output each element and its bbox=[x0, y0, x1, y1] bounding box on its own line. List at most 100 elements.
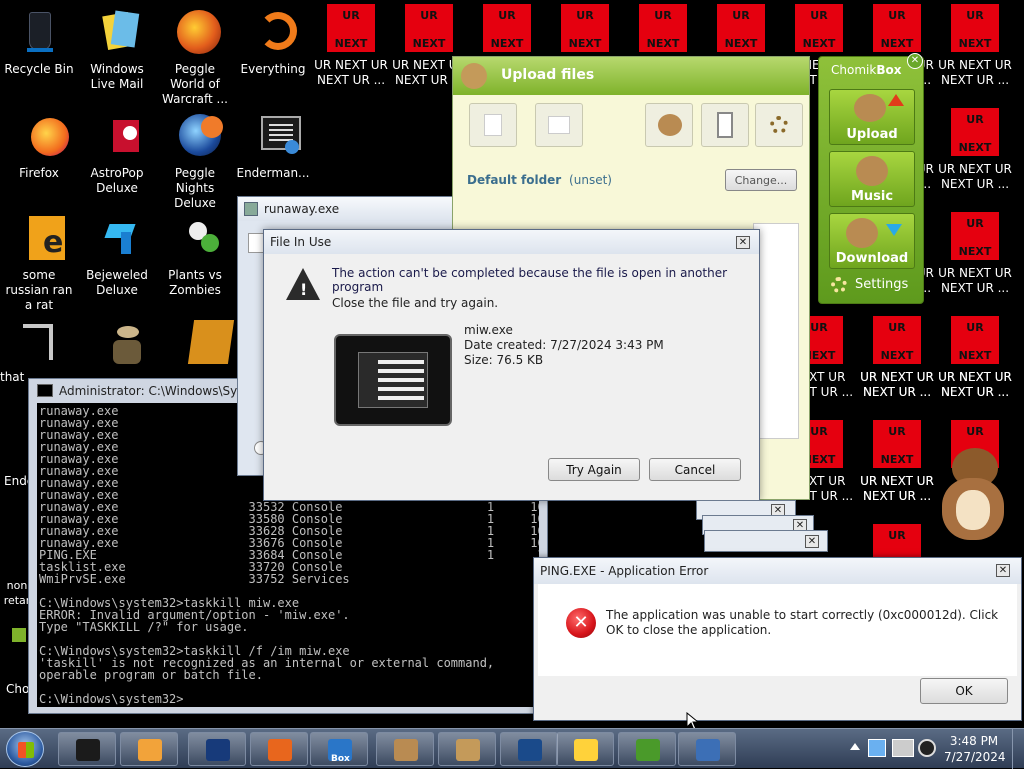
error-icon bbox=[574, 739, 598, 761]
ur-next-icon-top: UR bbox=[576, 9, 594, 22]
chomik-upload-icon bbox=[461, 63, 487, 89]
ur-next-icon: UR NEXT bbox=[639, 4, 687, 52]
show-desktop-button[interactable] bbox=[1012, 729, 1024, 769]
desktop-icon-firefox[interactable]: Firefox bbox=[0, 112, 78, 181]
desktop-icon-windows-live-mail[interactable]: Windows Live Mail bbox=[78, 8, 156, 92]
ur-next-icon-bottom: NEXT bbox=[724, 37, 758, 50]
file-in-use-message: The action can't be completed because th… bbox=[332, 266, 728, 294]
ok-button[interactable]: OK bbox=[920, 678, 1008, 704]
chomikbox-download-button[interactable]: Download bbox=[829, 213, 915, 269]
taskbar-item-firefox[interactable] bbox=[188, 732, 246, 766]
show-hidden-icons-icon[interactable] bbox=[850, 743, 860, 750]
taskbar-item-warning[interactable] bbox=[618, 732, 676, 766]
taskbar-item-phone[interactable] bbox=[250, 732, 308, 766]
desktop-icon-recycle-bin[interactable]: Recycle Bin bbox=[0, 8, 78, 77]
ur-next-icon-bottom: NEXT bbox=[958, 245, 992, 258]
add-folder-icon bbox=[548, 116, 570, 134]
add-folder-button[interactable] bbox=[535, 103, 583, 147]
close-icon[interactable]: ✕ bbox=[805, 535, 819, 548]
taskbar-item-console[interactable] bbox=[438, 732, 496, 766]
clock[interactable]: 3:48 PM 7/27/2024 bbox=[944, 733, 1006, 765]
ur-next-icon: UR NEXT bbox=[951, 4, 999, 52]
settings-button[interactable] bbox=[755, 103, 803, 147]
close-icon[interactable]: ✕ bbox=[736, 236, 750, 249]
chomikbox-brand: ChomikBox bbox=[831, 63, 902, 77]
file-thumbnail-icon bbox=[334, 334, 452, 426]
peggle-icon bbox=[171, 8, 221, 56]
desktop-icon-bejeweled[interactable]: Bejeweled Deluxe bbox=[78, 214, 156, 298]
ur-next-icon: UR NEXT bbox=[873, 420, 921, 468]
clipboard-button[interactable] bbox=[701, 103, 749, 147]
ur-next-icon: UR NEXT bbox=[795, 4, 843, 52]
desktop-icon-enderman[interactable]: Enderman... bbox=[234, 112, 312, 181]
desktop-icon-peggle-nights[interactable]: Peggle Nights Deluxe bbox=[156, 112, 234, 211]
taskbar-item-window[interactable] bbox=[678, 732, 736, 766]
try-again-button[interactable]: Try Again bbox=[548, 458, 640, 481]
desktop-icon-ur-next[interactable]: UR NEXT UR NEXT UR NEXT UR ... bbox=[858, 312, 936, 400]
cancel-button[interactable]: Cancel bbox=[649, 458, 741, 481]
ur-next-icon-top: UR bbox=[966, 425, 984, 438]
ur-next-caption: UR NEXT UR NEXT UR ... bbox=[938, 266, 1012, 295]
shortcut-icon bbox=[93, 318, 141, 366]
file-in-use-titlebar[interactable]: File In Use ✕ bbox=[264, 230, 759, 254]
taskbar-item-media-player[interactable] bbox=[58, 732, 116, 766]
ur-next-icon: UR NEXT bbox=[873, 316, 921, 364]
change-folder-button[interactable]: Change... bbox=[725, 169, 797, 191]
console-icon bbox=[456, 739, 480, 761]
desktop-icon-ur-next[interactable]: UR NEXT UR NEXT UR NEXT UR ... bbox=[936, 0, 1014, 88]
warning-exclamation-icon: ! bbox=[300, 280, 308, 299]
desktop-icon-unnamed-2[interactable] bbox=[156, 318, 235, 372]
desktop-icon-everything[interactable]: Everything bbox=[234, 8, 312, 77]
file-in-use-subtext: Close the file and try again. bbox=[332, 296, 499, 310]
close-icon[interactable]: ✕ bbox=[996, 564, 1010, 577]
taskbar-item-warning[interactable] bbox=[500, 732, 558, 766]
clock-date: 7/27/2024 bbox=[944, 750, 1006, 764]
desktop-icon-non-retar[interactable]: non retar bbox=[0, 520, 31, 607]
file-in-use-dialog[interactable]: File In Use ✕ ! The action can't be comp… bbox=[263, 229, 760, 501]
hamster-mascot-icon[interactable] bbox=[934, 440, 1014, 544]
desktop-icon-plants-vs-zombies[interactable]: Plants vs Zombies bbox=[156, 214, 234, 298]
desktop-icon-ur-next[interactable]: UR NEXT UR NEXT UR NEXT UR ... bbox=[936, 208, 1014, 296]
chomikbox-panel[interactable]: ChomikBox ✕ Upload Music Download Settin… bbox=[818, 53, 924, 304]
chomikbox-settings-button[interactable]: Settings bbox=[855, 277, 908, 292]
desktop-icon-ur-next[interactable]: UR NEXT UR NEXT UR NEXT UR ... bbox=[312, 0, 390, 88]
desktop-icon-ur-next[interactable]: UR NEXT UR NEXT UR NEXT UR ... bbox=[858, 416, 936, 504]
desktop-icon-peggle-wow[interactable]: Peggle World of Warcraft ... bbox=[156, 8, 234, 107]
taskbar-item-error[interactable] bbox=[556, 732, 614, 766]
add-file-button[interactable] bbox=[469, 103, 517, 147]
volume-icon[interactable] bbox=[918, 739, 936, 757]
error-icon: ✕ bbox=[566, 608, 596, 638]
desktop-icon-russian[interactable]: e some russian ran a rat bbox=[0, 214, 78, 313]
desktop-icon-ende[interactable]: Ende bbox=[0, 424, 34, 488]
ur-next-icon-top: UR bbox=[732, 9, 750, 22]
recycle-bin-icon bbox=[15, 8, 63, 56]
media-player-icon bbox=[76, 739, 100, 761]
chomik-button[interactable] bbox=[645, 103, 693, 147]
chomikbox-badge: Box bbox=[331, 754, 350, 764]
network-icon[interactable] bbox=[892, 739, 914, 757]
ur-next-caption: UR NEXT UR NEXT UR ... bbox=[860, 370, 934, 399]
taskbar-item-chomik-upload[interactable] bbox=[376, 732, 434, 766]
desktop-icon-astropop[interactable]: AstroPop Deluxe bbox=[78, 112, 156, 196]
desktop-icon-ur-next[interactable]: UR NEXT UR NEXT UR NEXT UR ... bbox=[936, 104, 1014, 192]
taskbar-item-ie[interactable] bbox=[120, 732, 178, 766]
stacked-dialog[interactable]: ✕ bbox=[704, 530, 828, 552]
desktop-icon-that[interactable]: that bbox=[0, 318, 53, 384]
chomikbox-music-button[interactable]: Music bbox=[829, 151, 915, 207]
ur-next-caption: UR NEXT UR NEXT UR ... bbox=[314, 58, 388, 87]
desktop-icon-cho[interactable]: Cho bbox=[0, 626, 30, 696]
action-center-icon[interactable] bbox=[868, 739, 886, 757]
taskbar-item-chomikbox[interactable]: Box bbox=[310, 732, 368, 766]
ping-error-titlebar[interactable]: PING.EXE - Application Error ✕ bbox=[534, 558, 1021, 584]
everything-icon bbox=[249, 8, 297, 56]
desktop-icon-ur-next[interactable]: UR NEXT UR NEXT UR NEXT UR ... bbox=[936, 312, 1014, 400]
ping-error-dialog[interactable]: PING.EXE - Application Error ✕ ✕ The app… bbox=[533, 557, 1022, 721]
shortcut-icon bbox=[1, 318, 53, 366]
ur-next-icon-top: UR bbox=[498, 9, 516, 22]
desktop-icon-unnamed[interactable] bbox=[78, 318, 156, 372]
close-icon[interactable]: ✕ bbox=[907, 53, 923, 69]
ur-next-icon-top: UR bbox=[888, 9, 906, 22]
chomikbox-upload-button[interactable]: Upload bbox=[829, 89, 915, 145]
ur-next-icon-top: UR bbox=[888, 529, 906, 542]
start-button[interactable] bbox=[6, 731, 44, 767]
